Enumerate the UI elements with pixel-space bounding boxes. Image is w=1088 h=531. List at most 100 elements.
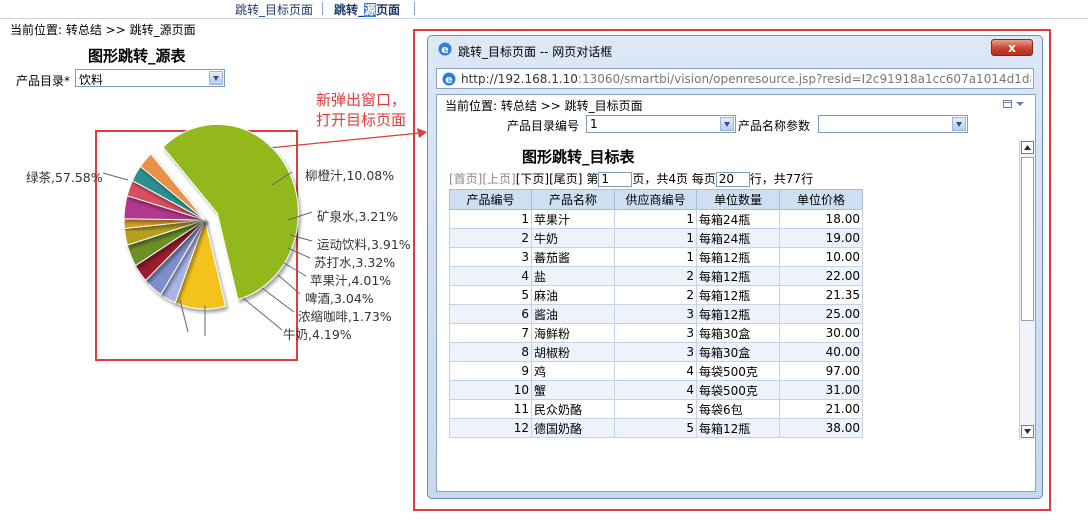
table-row: 2 牛奶 1 每箱24瓶 19.00 [449,228,863,248]
table-cell: 7 [449,323,532,343]
chevron-down-icon[interactable] [720,117,734,131]
table-cell: 每箱12瓶 [696,247,780,267]
table-cell: 每箱24瓶 [696,228,780,248]
table-cell: 3 [614,304,697,324]
pie-leader-line [242,297,283,331]
column-header: 供应商编号 [614,189,697,210]
pie-leader-line [261,287,295,313]
scroll-thumb[interactable] [1021,157,1034,321]
table-cell: 22.00 [779,266,863,286]
table-cell: 4 [614,361,697,381]
table-cell: 海鲜粉 [531,323,615,343]
table-cell: 蕃茄酱 [531,247,615,267]
table-cell: 蟹 [531,380,615,400]
table-cell: 30.00 [779,323,863,343]
chevron-down-icon[interactable] [952,117,966,131]
pager-next[interactable]: [下页] [516,172,549,186]
pie-label-beer: 啤酒,3.04% [305,291,374,306]
pie-leader-line [283,262,307,277]
table-cell: 每箱12瓶 [696,266,780,286]
table-cell: 每袋500克 [696,361,780,381]
table-row: 5 麻油 2 每箱12瓶 21.35 [449,285,863,305]
table-cell: 6 [449,304,532,324]
table-cell: 1 [449,209,532,229]
table-cell: 2 [449,228,532,248]
table-cell: 40.00 [779,342,863,362]
pager-page-prefix: 第 [586,172,599,186]
pager: [首页][上页][下页][尾页] 第 1 页，共4页 每页 20 行，共77行 [449,170,813,187]
scroll-down-button[interactable] [1021,425,1034,438]
pie-label-green-tea: 绿茶,57.58% [26,170,103,185]
window-menu-icon[interactable] [1003,99,1031,109]
pie-label-apple-juice: 苹果汁,4.01% [310,273,392,288]
table-cell: 4 [449,266,532,286]
table-cell: 21.00 [779,399,863,419]
product-table: 产品编号 产品名称 供应商编号 单位数量 单位价格 1 苹果汁 1 每箱24瓶 18.00 2 牛奶… [449,189,863,438]
table-row: 3 蕃茄酱 1 每箱12瓶 10.00 [449,247,863,267]
url-host: http://192.168.1.10 [461,72,578,86]
table-cell: 1 [614,247,697,267]
table-cell: 鸡 [531,361,615,381]
tab-source-label-suffix: 页面 [376,3,401,17]
pager-last[interactable]: [尾页] [549,172,582,186]
tab-separator [322,2,323,15]
table-cell: 1 [614,228,697,248]
table-cell: 9 [449,361,532,381]
table-cell: 每袋6包 [696,399,780,419]
param-category-id-select[interactable]: 1 [586,115,736,133]
pager-first[interactable]: [首页] [449,172,482,186]
table-row: 9 鸡 4 每袋500克 97.00 [449,361,863,381]
pager-prev[interactable]: [上页] [482,172,515,186]
svg-text:e: e [441,43,448,56]
dialog-breadcrumb: 当前位置: 转总结 >> 跳转_目标页面 [445,99,643,113]
tab-target-page[interactable]: 跳转_目标页面 [235,1,313,18]
table-cell: 盐 [531,266,615,286]
dialog-title: 跳转_目标页面 -- 网页对话框 [458,45,613,59]
table-cell: 2 [614,285,697,305]
table-cell: 25.00 [779,304,863,324]
table-row: 6 酱油 3 每箱12瓶 25.00 [449,304,863,324]
table-row: 8 胡椒粉 3 每箱30盒 40.00 [449,342,863,362]
table-row: 11 民众奶酪 5 每袋6包 21.00 [449,399,863,419]
tab-source-label-prefix: 跳转_ [334,3,365,17]
pie-label-orange-juice: 柳橙汁,10.08% [305,168,395,183]
pie-label-espresso: 浓缩咖啡,1.73% [298,309,392,324]
table-cell: 97.00 [779,361,863,381]
page-number-input[interactable]: 1 [598,172,633,187]
pie-label-milk: 牛奶,4.19% [283,327,352,342]
table-cell: 10.00 [779,247,863,267]
column-header: 单位数量 [696,189,780,210]
table-row: 12 德国奶酪 5 每箱12瓶 38.00 [449,418,863,438]
table-cell: 5 [449,285,532,305]
pie-leader-line [102,172,129,181]
pie-leader-line [277,274,301,295]
table-cell: 苹果汁 [531,209,615,229]
tab-source-page[interactable]: 跳转_源页面 [334,1,400,18]
param-category-id-label: 产品目录编号 [507,119,580,133]
pie-label-mineral-water: 矿泉水,3.21% [317,209,399,224]
chevron-down-icon[interactable] [209,71,223,85]
table-cell: 5 [614,418,697,438]
table-cell: 牛奶 [531,228,615,248]
table-cell: 5 [614,399,697,419]
vertical-scrollbar[interactable] [1019,140,1035,440]
page-size-input[interactable]: 20 [715,172,750,187]
table-cell: 3 [614,342,697,362]
table-cell: 麻油 [531,285,615,305]
table-cell: 2 [614,266,697,286]
category-select[interactable]: 饮料 [75,69,225,87]
table-cell: 12 [449,418,532,438]
top-tab-strip [0,0,1088,19]
close-button[interactable]: x [991,39,1033,56]
page-size-value: 20 [718,172,735,186]
pager-page-mid: 页，共4页 每页 [632,172,716,186]
column-header: 单位价格 [779,189,863,210]
scroll-up-button[interactable] [1021,141,1034,154]
table-cell: 每袋500克 [696,380,780,400]
table-cell: 3 [614,323,697,343]
table-cell: 每箱12瓶 [696,304,780,324]
param-product-name-select[interactable] [818,115,968,133]
url-bar[interactable]: e http://192.168.1.10:13060/smartbi/visi… [436,68,1034,89]
url-path: :13060/smartbi/vision/openresource.jsp?r… [577,72,1031,86]
ie-icon: e [438,42,452,56]
